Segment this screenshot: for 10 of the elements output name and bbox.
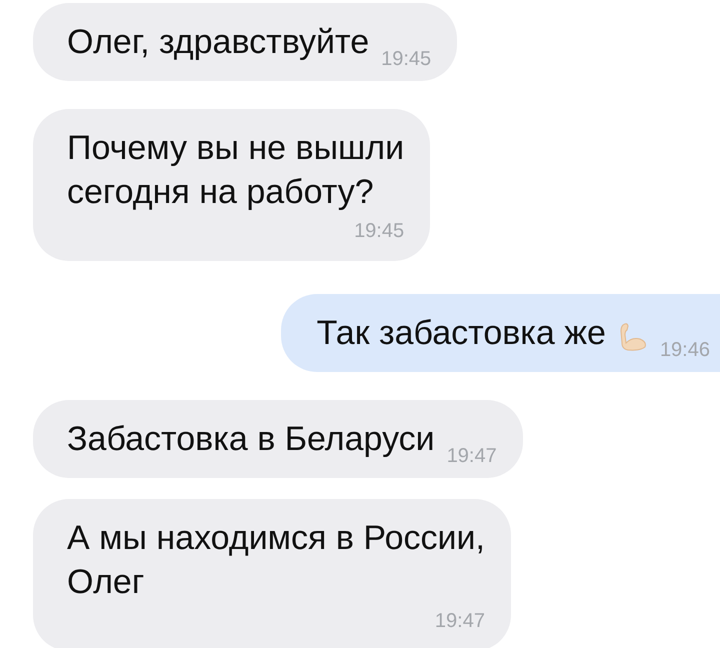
message-time: 19:45 [354, 219, 404, 244]
message-time: 19:45 [381, 47, 432, 72]
message-time: 19:47 [434, 609, 485, 634]
message-time: 19:46 [660, 338, 710, 363]
message-text: Олег, здравствуйте [67, 22, 370, 63]
message-time: 19:47 [446, 444, 497, 469]
message-text: Забастовка в Беларуси [67, 419, 435, 460]
message-text: А мы находимся в России, Олег [67, 518, 485, 603]
message-text: Так забастовка же [316, 313, 606, 354]
message-text: Почему вы не вышли сегодня на работу? [67, 128, 404, 213]
